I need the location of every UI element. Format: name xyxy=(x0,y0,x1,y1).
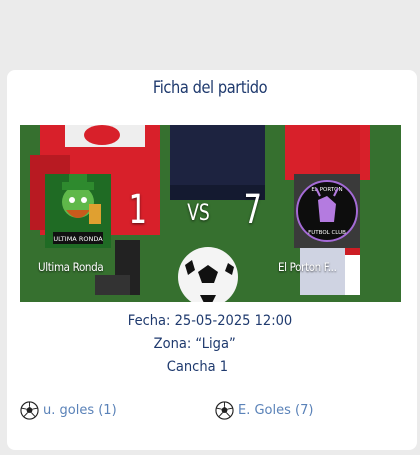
page-title: Ficha del partido xyxy=(152,78,268,98)
home-goals-link[interactable]: u. goles (1) xyxy=(20,401,117,420)
away-score: 7 xyxy=(243,187,262,233)
vs-label: VS xyxy=(187,201,210,226)
svg-text:ULTIMA RONDA: ULTIMA RONDA xyxy=(53,235,103,243)
soccer-ball-icon xyxy=(20,401,39,420)
soccer-ball-icon xyxy=(215,401,234,420)
away-team-crest: EL PORTON FUTBOL CLUB xyxy=(294,174,360,248)
match-zone: Zona: “Liga” xyxy=(153,336,236,352)
svg-text:FUTBOL CLUB: FUTBOL CLUB xyxy=(308,230,346,236)
away-team-name: El Porton F... xyxy=(278,260,337,274)
away-goals-label: E. Goles (7) xyxy=(238,403,314,418)
home-goals-label: u. goles (1) xyxy=(43,403,117,418)
away-goals-link[interactable]: E. Goles (7) xyxy=(215,401,313,420)
match-court: Cancha 1 xyxy=(166,359,229,375)
match-date: Fecha: 25-05-2025 12:00 xyxy=(127,313,293,329)
home-score: 1 xyxy=(128,187,147,233)
home-team-name: Ultima Ronda xyxy=(38,260,104,274)
home-team-crest: ULTIMA RONDA xyxy=(45,174,111,248)
match-banner: ULTIMA RONDA EL PORTON FUTBOL CLUB 1 VS … xyxy=(20,125,401,302)
